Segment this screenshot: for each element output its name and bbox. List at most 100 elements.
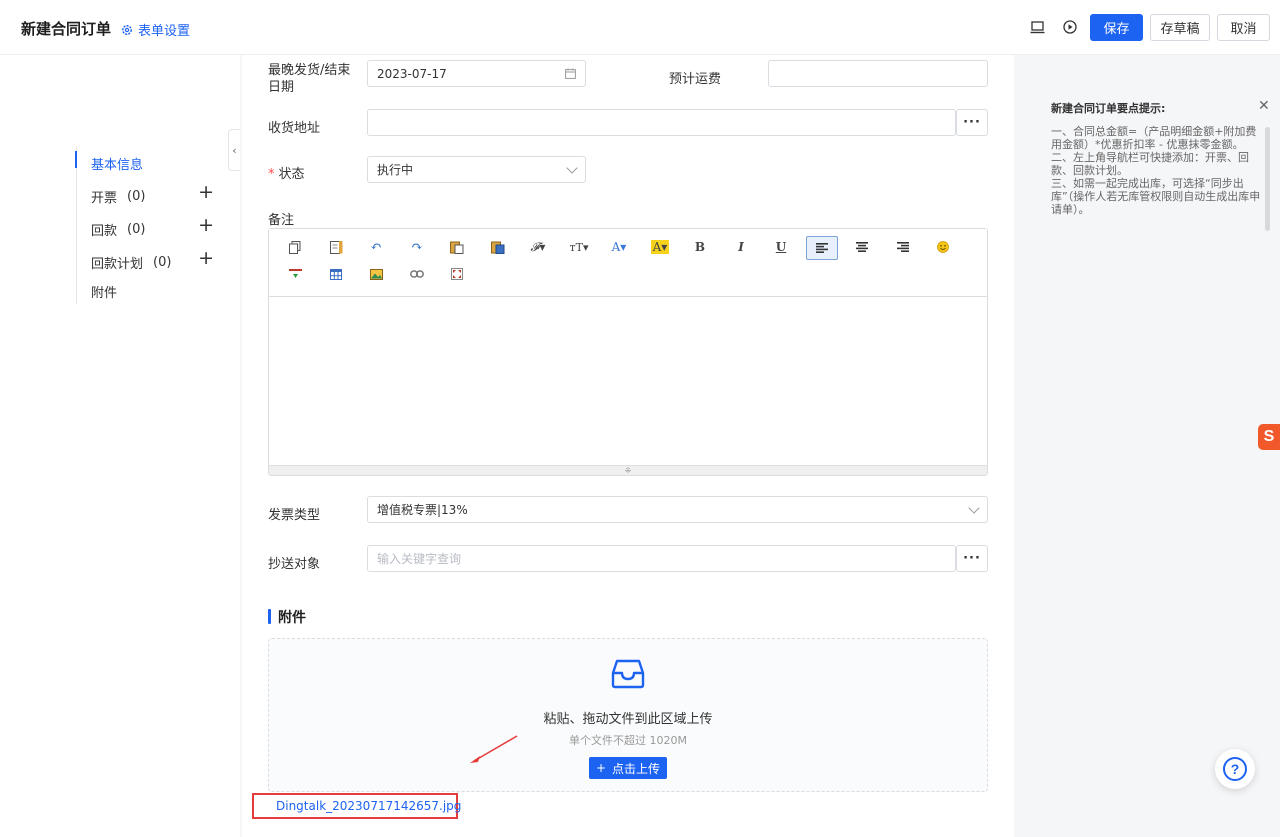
page-title: 新建合同订单 bbox=[21, 20, 112, 38]
nav-item-payment-plan[interactable]: 回款计划 (0) + bbox=[77, 246, 226, 279]
main-form: 最晚发货/结束日期 2023-07-17 预计运费 收货地址 ··· * 状态 执… bbox=[242, 55, 1014, 837]
nav-item-count: (0) bbox=[127, 189, 146, 204]
rich-text-editor: ↶ ↷ 𝓕▾ ᴛT▾ A▾ A▾ B I U ⁜ bbox=[268, 228, 988, 476]
invoice-type-value: 增值税专票|13% bbox=[377, 503, 468, 517]
link-icon[interactable] bbox=[401, 262, 433, 286]
laptop-icon[interactable] bbox=[1027, 17, 1047, 37]
upload-title: 粘贴、拖动文件到此区域上传 bbox=[543, 712, 713, 727]
editor-resize-handle[interactable]: ⁜ bbox=[269, 465, 987, 475]
save-draft-button[interactable]: 存草稿 bbox=[1150, 14, 1210, 41]
uploaded-file-item[interactable]: Dingtalk_20230717142657.jpg bbox=[252, 793, 462, 819]
font-color-icon[interactable]: A▾ bbox=[603, 235, 635, 259]
form-settings-label: 表单设置 bbox=[138, 24, 191, 39]
help-button[interactable]: ? bbox=[1215, 749, 1255, 789]
collapse-sidebar-button[interactable]: ‹ bbox=[228, 129, 240, 171]
click-upload-button[interactable]: + 点击上传 bbox=[589, 757, 667, 779]
calendar-icon bbox=[565, 68, 576, 79]
bg-color-glyph: A▾ bbox=[650, 240, 670, 254]
horizontal-rule-icon[interactable] bbox=[279, 262, 311, 286]
address-label: 收货地址 bbox=[268, 121, 321, 136]
upload-dropzone[interactable]: 粘贴、拖动文件到此区域上传 单个文件不超过 1020M + 点击上传 bbox=[268, 638, 988, 792]
status-value: 执行中 bbox=[377, 163, 414, 177]
nav-item-payment[interactable]: 回款 (0) + bbox=[77, 213, 226, 246]
required-mark: * bbox=[268, 167, 275, 182]
add-payment-button[interactable]: + bbox=[198, 216, 214, 235]
paste-word-icon[interactable] bbox=[482, 235, 514, 259]
image-icon[interactable] bbox=[360, 262, 392, 286]
chevron-down-icon bbox=[968, 502, 980, 514]
underline-icon[interactable]: U bbox=[765, 235, 797, 259]
tips-title: 新建合同订单要点提示: bbox=[1051, 102, 1166, 115]
play-icon[interactable] bbox=[1060, 17, 1080, 37]
latest-delivery-date-input[interactable]: 2023-07-17 bbox=[367, 60, 586, 87]
add-invoice-button[interactable]: + bbox=[198, 183, 214, 202]
file-name: Dingtalk_20230717142657.jpg bbox=[276, 799, 462, 813]
tip-line: 一、合同总金额=（产品明细金额+附加费用金额）*优惠折扣率 - 优惠抹零金额。 bbox=[1051, 125, 1257, 151]
tip-line: 二、左上角导航栏可快捷添加：开票、回款、回款计划。 bbox=[1051, 151, 1249, 177]
tips-scrollbar[interactable] bbox=[1265, 127, 1270, 231]
copy-icon[interactable] bbox=[279, 235, 311, 259]
redo-icon[interactable]: ↷ bbox=[401, 235, 433, 259]
tips-panel: 新建合同订单要点提示: ✕ 一、合同总金额=（产品明细金额+附加费用金额）*优惠… bbox=[1014, 55, 1280, 837]
editor-toolbar: ↶ ↷ 𝓕▾ ᴛT▾ A▾ A▾ B I U bbox=[269, 229, 987, 297]
status-label: * 状态 bbox=[268, 163, 305, 182]
invoice-type-select[interactable]: 增值税专票|13% bbox=[367, 496, 988, 523]
cancel-button[interactable]: 取消 bbox=[1217, 14, 1270, 41]
date-value: 2023-07-17 bbox=[377, 66, 447, 81]
remark-label: 备注 bbox=[268, 213, 295, 228]
nav-item-count: (0) bbox=[153, 255, 172, 270]
latest-delivery-label: 最晚发货/结束日期 bbox=[268, 63, 351, 95]
plus-icon: + bbox=[595, 761, 607, 775]
table-icon[interactable] bbox=[320, 262, 352, 286]
tips-body: 一、合同总金额=（产品明细金额+附加费用金额）*优惠折扣率 - 优惠抹零金额。 … bbox=[1051, 125, 1263, 216]
cc-label: 抄送对象 bbox=[268, 557, 321, 572]
cc-more-button[interactable]: ··· bbox=[956, 545, 988, 572]
align-left-icon[interactable] bbox=[806, 236, 838, 260]
freight-label: 预计运费 bbox=[669, 72, 722, 87]
editor-content-area[interactable] bbox=[269, 297, 987, 465]
invoice-type-label: 发票类型 bbox=[268, 508, 321, 523]
cc-input[interactable]: 输入关键字查询 bbox=[367, 545, 956, 572]
nav-item-invoice[interactable]: 开票 (0) + bbox=[77, 180, 226, 213]
gear-icon bbox=[122, 24, 132, 35]
save-button[interactable]: 保存 bbox=[1090, 14, 1143, 41]
font-size-icon[interactable]: ᴛT▾ bbox=[563, 235, 595, 259]
form-settings-link[interactable]: 表单设置 bbox=[121, 20, 190, 39]
tip-line: 三、如需一起完成出库，可选择“同步出库”（操作人若无库管权限则自动生成出库申请单… bbox=[1051, 177, 1261, 216]
fullscreen-icon[interactable] bbox=[441, 262, 473, 286]
chevron-down-icon bbox=[566, 162, 578, 174]
freight-input[interactable] bbox=[768, 60, 988, 87]
cc-placeholder: 输入关键字查询 bbox=[377, 552, 462, 566]
upload-button-label: 点击上传 bbox=[612, 761, 661, 776]
sogou-ime-icon[interactable]: S bbox=[1258, 424, 1280, 450]
address-input[interactable] bbox=[367, 109, 956, 136]
status-select[interactable]: 执行中 bbox=[367, 156, 586, 183]
undo-icon[interactable]: ↶ bbox=[360, 235, 392, 259]
emoji-icon[interactable] bbox=[927, 235, 959, 259]
paste-icon[interactable] bbox=[320, 235, 352, 259]
address-more-button[interactable]: ··· bbox=[956, 109, 988, 136]
attachments-section-title: 附件 bbox=[268, 607, 306, 627]
question-icon: ? bbox=[1223, 757, 1247, 781]
nav-item-label: 基本信息 bbox=[91, 158, 144, 173]
nav-item-basic-info[interactable]: 基本信息 bbox=[75, 147, 226, 180]
top-bar: 新建合同订单 表单设置 保存 存草稿 取消 bbox=[0, 0, 1280, 55]
close-icon[interactable]: ✕ bbox=[1258, 98, 1270, 114]
nav-item-count: (0) bbox=[127, 222, 146, 237]
align-right-icon[interactable] bbox=[887, 235, 919, 259]
align-center-icon[interactable] bbox=[846, 235, 878, 259]
left-sidebar: 基本信息 开票 (0) + 回款 (0) + 回款计划 (0) + 附件 ‹ bbox=[0, 55, 240, 837]
nav-item-label: 开票 bbox=[91, 191, 118, 206]
nav-item-attachments[interactable]: 附件 bbox=[77, 279, 226, 304]
bg-color-icon[interactable]: A▾ bbox=[644, 235, 676, 259]
section-nav: 基本信息 开票 (0) + 回款 (0) + 回款计划 (0) + 附件 bbox=[75, 147, 226, 304]
status-label-text: 状态 bbox=[278, 167, 305, 182]
resize-icon: ⁜ bbox=[624, 466, 632, 475]
italic-icon[interactable]: I bbox=[725, 235, 757, 259]
bold-icon[interactable]: B bbox=[684, 235, 716, 259]
font-family-icon[interactable]: 𝓕▾ bbox=[522, 235, 554, 259]
paste-text-icon[interactable] bbox=[441, 235, 473, 259]
chevron-left-icon: ‹ bbox=[232, 143, 237, 157]
add-payment-plan-button[interactable]: + bbox=[198, 249, 214, 268]
nav-item-label: 回款计划 bbox=[91, 257, 144, 272]
